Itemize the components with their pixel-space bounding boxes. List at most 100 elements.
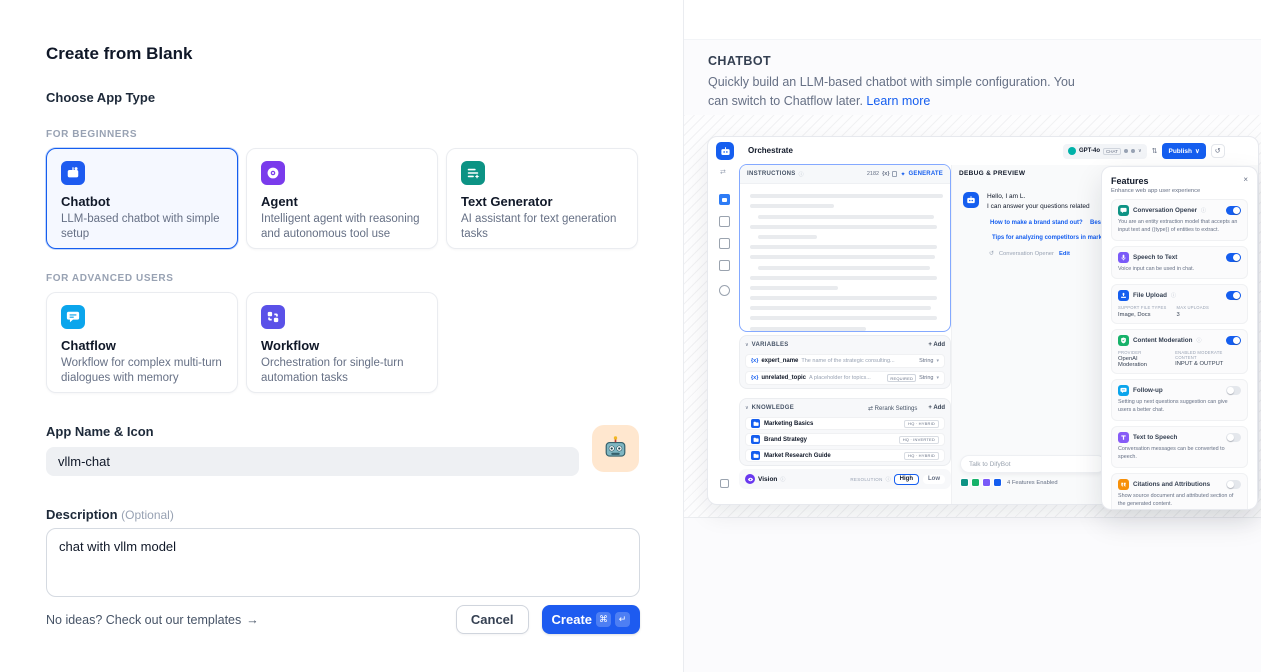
- rail-image-icon: [719, 216, 730, 227]
- card-title: Text Generator: [461, 194, 623, 209]
- create-button[interactable]: Create ⌘ ↵: [542, 605, 640, 634]
- page-title: Create from Blank: [46, 44, 640, 64]
- enter-key-icon: ↵: [615, 612, 630, 627]
- description-textarea[interactable]: chat with vllm model: [46, 528, 640, 597]
- cancel-button[interactable]: Cancel: [456, 605, 529, 634]
- app-icon-robot[interactable]: [592, 425, 639, 472]
- opener-label: Conversation Opener: [999, 251, 1054, 257]
- info-icon: ⓘ: [1201, 207, 1206, 214]
- chevron-down-icon: ∨: [1138, 148, 1142, 154]
- app-name-input[interactable]: [46, 447, 579, 476]
- follow-up-toggle: [1226, 386, 1241, 395]
- collapse-icon: ∨: [745, 405, 749, 411]
- index-mode-badge: HQ · HYBRID: [904, 420, 939, 428]
- opener-chip-icon: [960, 478, 969, 487]
- features-enabled-label: 4 Features Enabled: [1007, 480, 1058, 486]
- cmd-key-icon: ⌘: [596, 612, 611, 627]
- bot-message-line2: I can answer your questions related: [987, 203, 1090, 210]
- card-desc: AI assistant for text generation tasks: [461, 212, 623, 242]
- app-type-card-workflow[interactable]: Workflow Orchestration for single-turn a…: [246, 292, 438, 393]
- opener-refresh-icon: ↺: [989, 251, 994, 257]
- text-generator-icon: [461, 161, 485, 185]
- variable-icon: {x}: [751, 375, 758, 381]
- info-icon: ⓘ: [799, 171, 804, 178]
- conversation-opener-icon: [1118, 205, 1129, 216]
- card-desc: Intelligent agent with reasoning and aut…: [261, 212, 423, 242]
- suggestion-link: How to make a brand stand out?: [990, 220, 1083, 226]
- chatbot-icon: [61, 161, 85, 185]
- follow-up-icon: [1118, 385, 1129, 396]
- model-mode-badge: CHAT: [1103, 148, 1121, 155]
- feature-item-file-upload: File Upload ⓘ SUPPORT FILE TYPESImage, D…: [1111, 284, 1248, 324]
- copy-icon: [892, 171, 897, 177]
- vision-row: Vision ⓘ RESOLUTION ⓘ High Low: [739, 469, 951, 489]
- text-to-speech-toggle: [1226, 433, 1241, 442]
- app-type-description: Quickly build an LLM-based chatbot with …: [708, 73, 1083, 111]
- moderation-chip-icon: [971, 478, 980, 487]
- agent-icon: [261, 161, 285, 185]
- preview-page-title: Orchestrate: [748, 146, 793, 155]
- info-icon: ⓘ: [1171, 292, 1176, 299]
- rail-swap-icon: ⇄: [720, 168, 726, 176]
- choose-app-type-label: Choose App Type: [46, 90, 640, 105]
- features-enabled-row: 4 Features Enabled: [960, 478, 1058, 487]
- text-to-speech-icon: [1118, 432, 1129, 443]
- instructions-label: INSTRUCTIONS: [747, 171, 796, 177]
- conversation-opener-toggle: [1226, 206, 1241, 215]
- app-type-card-agent[interactable]: Agent Intelligent agent with reasoning a…: [246, 148, 438, 249]
- app-type-preview-panel: CHATBOT Quickly build an LLM-based chatb…: [683, 0, 1261, 672]
- speech-to-text-toggle: [1226, 253, 1241, 262]
- app-name-row: [46, 447, 640, 476]
- learn-more-link[interactable]: Learn more: [866, 94, 930, 108]
- model-provider-icon: [1068, 147, 1076, 155]
- collapse-icon: ∨: [745, 342, 749, 348]
- templates-link[interactable]: No ideas? Check out our templates: [46, 613, 241, 627]
- chat-input: Talk to DifyBot: [960, 455, 1106, 473]
- suggestion-link-truncated: Bes: [1090, 220, 1101, 226]
- features-panel: Features × Enhance web app user experien…: [1101, 166, 1258, 510]
- upload-chip-icon: [993, 478, 1002, 487]
- feature-item-follow-up: Follow-up Setting up next questions sugg…: [1111, 379, 1248, 421]
- chevron-down-icon: ∨: [1195, 147, 1200, 155]
- preview-top-strip: [684, 0, 1261, 40]
- content-moderation-icon: [1118, 335, 1129, 346]
- file-upload-toggle: [1226, 291, 1241, 300]
- knowledge-label: KNOWLEDGE: [752, 405, 794, 411]
- app-name-label: App Name & Icon: [46, 424, 640, 439]
- create-from-blank-panel: Create from Blank Choose App Type FOR BE…: [0, 0, 683, 672]
- card-desc: Workflow for complex multi-turn dialogue…: [61, 356, 223, 386]
- for-beginners-label: FOR BEGINNERS: [46, 129, 640, 140]
- required-badge: REQUIRED: [887, 374, 916, 382]
- card-title: Agent: [261, 194, 423, 209]
- app-type-info: CHATBOT Quickly build an LLM-based chatb…: [684, 40, 1261, 111]
- create-button-label: Create: [552, 612, 592, 627]
- publish-button: Publish ∨: [1162, 143, 1205, 159]
- app-type-heading: CHATBOT: [708, 54, 1237, 68]
- rail-orchestrate-icon: [719, 194, 730, 205]
- app-type-card-chatbot[interactable]: Chatbot LLM-based chatbot with simple se…: [46, 148, 238, 249]
- feature-item-content-moderation: Content Moderation ⓘ PROVIDEROpenAI Mode…: [1111, 329, 1248, 375]
- speech-chip-icon: [982, 478, 991, 487]
- instructions-skeleton: [740, 184, 950, 331]
- generate-button: GENERATE: [909, 171, 944, 177]
- beginner-cards-row: Chatbot LLM-based chatbot with simple se…: [46, 148, 640, 249]
- resolution-high-button: High: [894, 474, 919, 485]
- suggestion-link: Tips for analyzing competitors in market: [992, 235, 1107, 241]
- chatflow-icon: [61, 305, 85, 329]
- index-mode-badge: HQ · HYBRID: [904, 452, 939, 460]
- app-type-card-text-generator[interactable]: Text Generator AI assistant for text gen…: [446, 148, 638, 249]
- card-desc: Orchestration for single-turn automation…: [261, 356, 423, 386]
- preview-app-icon: [716, 142, 734, 160]
- modal-footer: No ideas? Check out our templates → Canc…: [46, 605, 640, 634]
- variable-row: {x} unrelated_topic A placeholder for to…: [745, 371, 945, 385]
- opener-edit-link: Edit: [1059, 251, 1070, 257]
- app-type-card-chatflow[interactable]: Chatflow Workflow for complex multi-turn…: [46, 292, 238, 393]
- card-title: Workflow: [261, 338, 423, 353]
- citations-toggle: [1226, 480, 1241, 489]
- token-count: 2182: [867, 171, 879, 177]
- rail-settings-icon: [719, 285, 730, 296]
- variables-header: ∨ VARIABLES + Add: [745, 339, 945, 351]
- content-moderation-toggle: [1226, 336, 1241, 345]
- model-settings-icon: [1131, 149, 1135, 153]
- feature-item-speech-to-text: Speech to Text Voice input can be used i…: [1111, 246, 1248, 280]
